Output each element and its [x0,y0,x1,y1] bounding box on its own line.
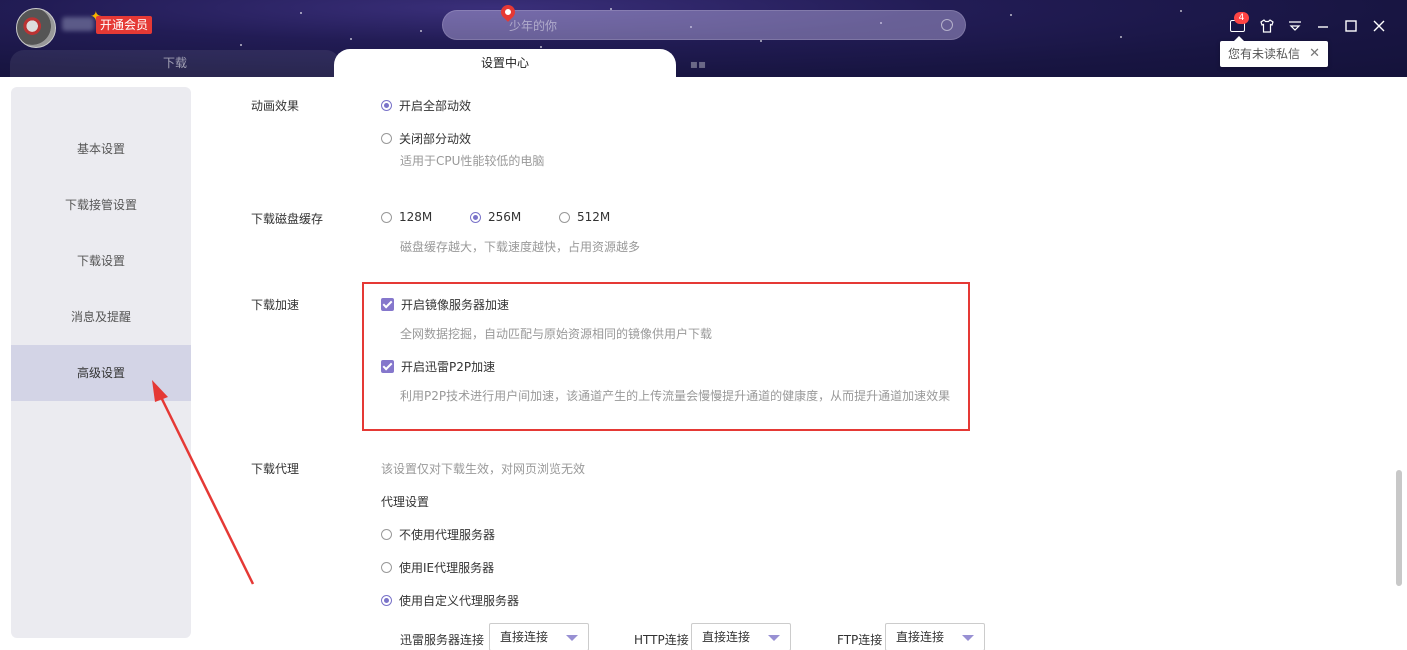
sidebar-item-notifications[interactable]: 消息及提醒 [11,289,191,345]
radio-label: 256M [488,210,522,224]
http-connection-label: HTTP连接 [634,633,689,647]
proxy-label: 下载代理 [251,462,300,476]
chevron-down-icon [768,635,780,641]
radio-label: 关闭部分动效 [399,132,472,146]
xunlei-connection-label: 迅雷服务器连接 [400,633,485,647]
vip-button[interactable]: 开通会员 [96,16,153,34]
radio-icon [381,562,392,573]
http-connection-select[interactable]: 直接连接 [691,623,791,650]
radio-label: 128M [399,210,433,224]
xunlei-connection-select[interactable]: 直接连接 [489,623,589,650]
sidebar-item-download[interactable]: 下载设置 [11,233,191,289]
close-icon[interactable]: ✕ [1309,41,1320,67]
radio-icon [381,211,392,223]
chevron-down-icon [962,635,974,641]
ftp-connection-label: FTP连接 [837,633,883,647]
radio-proxy-none[interactable]: 不使用代理服务器 [381,526,495,543]
tab-settings-center[interactable]: 设置中心 [334,49,676,77]
radio-label: 使用自定义代理服务器 [399,594,520,608]
content-scrollbar[interactable] [1396,470,1402,586]
skin-icon[interactable] [1258,17,1276,35]
select-value: 直接连接 [500,630,549,644]
acceleration-label: 下载加速 [251,298,300,312]
chevron-down-icon [566,635,578,641]
checkbox-checked-icon [381,360,394,373]
proxy-desc: 该设置仅对下载生效，对网页浏览无效 [381,462,586,476]
tab-download[interactable]: 下载 [10,50,340,77]
radio-label: 512M [577,210,611,224]
animation-label: 动画效果 [251,99,300,113]
radio-animation-all[interactable]: 开启全部动效 [381,97,471,114]
radio-icon [559,211,570,223]
minimize-icon[interactable] [1314,17,1332,35]
menu-icon[interactable] [1286,17,1304,35]
disk-cache-label: 下载磁盘缓存 [251,212,324,226]
radio-label: 开启全部动效 [399,99,472,113]
select-value: 直接连接 [702,630,751,644]
disk-cache-desc: 磁盘缓存越大，下载速度越快，占用资源越多 [400,240,641,254]
radio-proxy-custom[interactable]: 使用自定义代理服务器 [381,592,519,609]
animation-partial-desc: 适用于CPU性能较低的电脑 [400,154,545,168]
proxy-settings-title: 代理设置 [381,495,430,509]
avatar[interactable] [16,8,56,48]
search-icon[interactable] [941,19,953,31]
select-value: 直接连接 [896,630,945,644]
radio-label: 不使用代理服务器 [399,528,496,542]
radio-cache-128[interactable]: 128M [381,210,432,224]
checkbox-label: 开启镜像服务器加速 [401,298,510,312]
search-bar[interactable] [442,2,966,40]
ftp-connection-select[interactable]: 直接连接 [885,623,985,650]
p2p-desc: 利用P2P技术进行用户间加速，该通道产生的上传流量会慢慢提升通道的健康度，从而提… [400,389,951,403]
sidebar-item-advanced[interactable]: 高级设置 [11,345,191,401]
mirror-desc: 全网数据挖掘，自动匹配与原始资源相同的镜像供用户下载 [400,327,713,341]
tab-extra[interactable]: ▪▪ [676,52,720,77]
title-bar: ✦ 开通会员 4 下载 设置中心 ▪▪ [0,0,1407,77]
radio-label: 使用IE代理服务器 [399,561,495,575]
sidebar-item-basic[interactable]: 基本设置 [11,121,191,177]
checkbox-p2p-acceleration[interactable]: 开启迅雷P2P加速 [381,358,495,375]
radio-icon [470,211,481,223]
checkbox-mirror-acceleration[interactable]: 开启镜像服务器加速 [381,296,509,313]
unread-badge: 4 [1234,12,1249,24]
radio-icon [381,100,392,111]
close-window-icon[interactable] [1370,17,1388,35]
radio-cache-256[interactable]: 256M [470,210,521,224]
radio-icon [381,133,392,144]
maximize-icon[interactable] [1342,17,1360,35]
radio-icon [381,595,392,606]
tooltip-text: 您有未读私信 [1228,47,1301,61]
search-input[interactable] [509,17,929,35]
checkbox-label: 开启迅雷P2P加速 [401,360,496,374]
sidebar-item-download-takeover[interactable]: 下载接管设置 [11,177,191,233]
radio-icon [381,529,392,540]
unread-message-tooltip: 您有未读私信 ✕ [1220,36,1328,67]
settings-sidebar: 基本设置 下载接管设置 下载设置 消息及提醒 高级设置 [11,87,191,638]
radio-animation-partial[interactable]: 关闭部分动效 [381,130,471,147]
checkbox-checked-icon [381,298,394,311]
radio-proxy-ie[interactable]: 使用IE代理服务器 [381,559,494,576]
radio-cache-512[interactable]: 512M [559,210,610,224]
